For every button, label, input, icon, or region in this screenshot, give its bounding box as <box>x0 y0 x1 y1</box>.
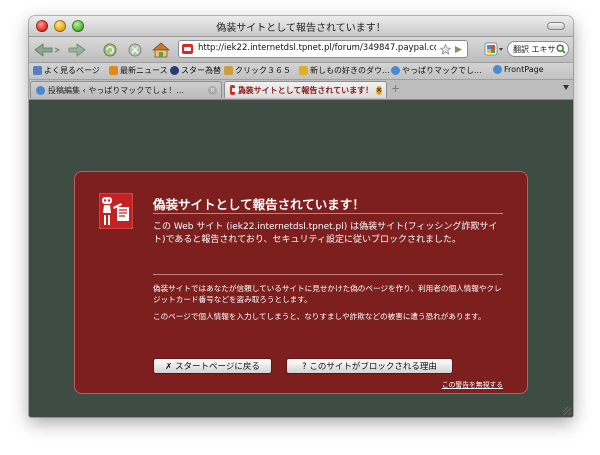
stop-button[interactable] <box>124 40 146 59</box>
home-icon <box>152 42 170 57</box>
navigation-toolbar: http://iek22.internetdsl.tpnet.pl/forum/… <box>29 37 573 63</box>
toolbar-toggle-button[interactable] <box>547 22 565 30</box>
phishing-warning-panel: 偽装サイトとして報告されています！ この Web サイト (iek22.inte… <box>74 171 528 394</box>
search-icon[interactable] <box>556 44 566 54</box>
go-back-to-start-page-button[interactable]: ✗ スタートページに戻る <box>153 358 272 374</box>
warning-detail-1: 偽装サイトではあなたが信頼しているサイトに見せかけた偽のページを作り、利用者の個… <box>153 284 502 304</box>
summary-divider <box>153 274 503 275</box>
bookmark-most-visited[interactable]: よく見るページ <box>33 65 100 76</box>
reload-button[interactable] <box>99 40 121 59</box>
tab-phishing-warning[interactable]: 偽装サイトとして報告されています！ × <box>224 81 387 98</box>
bookmark-yappari-mac[interactable]: やっぱりマックでし... <box>391 65 482 76</box>
title-bar: 偽装サイトとして報告されています！ <box>29 16 573 37</box>
url-text: http://iek22.internetdsl.tpnet.pl/forum/… <box>198 43 436 53</box>
back-button[interactable] <box>32 40 62 59</box>
bookmark-star-fx[interactable]: スター為替 <box>170 65 221 76</box>
tab-list-chevron-down-icon[interactable] <box>563 85 569 90</box>
phishing-warning-icon <box>99 193 133 229</box>
home-button[interactable] <box>149 40 173 59</box>
bookmarks-toolbar: よく見るページ 最新ニュース スター為替 クリック３６５ 新しもの好きのダウ..… <box>29 63 573 80</box>
page-content: 偽装サイトとして報告されています！ この Web サイト (iek22.inte… <box>29 100 573 417</box>
warning-summary: この Web サイト (iek22.internetdsl.tpnet.pl) … <box>153 222 498 245</box>
browser-window: 偽装サイトとして報告されています！ http://iek22.internetd… <box>29 16 573 417</box>
why-was-this-site-blocked-button[interactable]: ? このサイトがブロックされる理由 <box>286 358 453 374</box>
tab-favicon-icon <box>36 85 45 95</box>
bookmark-frontpage[interactable]: FrontPage <box>493 65 544 74</box>
forward-button[interactable] <box>66 40 88 59</box>
new-tab-button[interactable]: + <box>391 82 400 95</box>
ignore-warning-link[interactable]: この警告を無視する <box>442 379 503 389</box>
go-arrow-icon[interactable] <box>453 44 464 55</box>
search-field[interactable]: 翻訳 エキサ <box>507 41 569 57</box>
page-icon <box>299 66 308 75</box>
site-favicon-icon <box>182 44 193 54</box>
tab-post-edit[interactable]: 投稿編集 ‹ やっぱりマックでしょ！... × <box>30 81 222 98</box>
page-icon <box>493 65 502 74</box>
stop-icon <box>128 43 142 56</box>
tab-bar: 投稿編集 ‹ やっぱりマックでしょ！... × 偽装サイトとして報告されています… <box>29 80 573 100</box>
page-icon <box>224 66 233 75</box>
warning-title: 偽装サイトとして報告されています！ <box>153 197 365 212</box>
bookmark-icon <box>33 66 42 75</box>
warning-detail-2: このページで個人情報を入力してしまうと、なりすましや詐欺などの被害に遭う恐れがあ… <box>153 312 486 321</box>
address-bar[interactable]: http://iek22.internetdsl.tpnet.pl/forum/… <box>178 40 468 58</box>
forward-arrow-icon <box>68 42 86 57</box>
globe-icon <box>170 66 179 75</box>
page-icon <box>391 66 400 75</box>
reload-icon <box>103 43 117 56</box>
bookmark-new-things[interactable]: 新しもの好きのダウ... <box>299 65 390 76</box>
search-field-label: 翻訳 エキサ <box>513 45 556 54</box>
tab-warning-favicon-icon <box>230 85 239 95</box>
close-tab-icon[interactable]: × <box>208 85 217 95</box>
window-title: 偽装サイトとして報告されています！ <box>216 23 386 34</box>
search-engine-icon <box>484 42 503 55</box>
title-divider <box>153 213 503 214</box>
bookmark-click365[interactable]: クリック３６５ <box>224 65 291 76</box>
bookmark-star-icon[interactable] <box>440 44 451 55</box>
search-engine-button[interactable] <box>484 40 506 59</box>
close-tab-icon[interactable]: × <box>376 85 382 95</box>
rss-icon <box>109 66 118 75</box>
resize-grip[interactable] <box>563 407 571 415</box>
bookmark-latest-news[interactable]: 最新ニュース <box>109 65 168 76</box>
back-arrow-icon <box>34 42 61 57</box>
